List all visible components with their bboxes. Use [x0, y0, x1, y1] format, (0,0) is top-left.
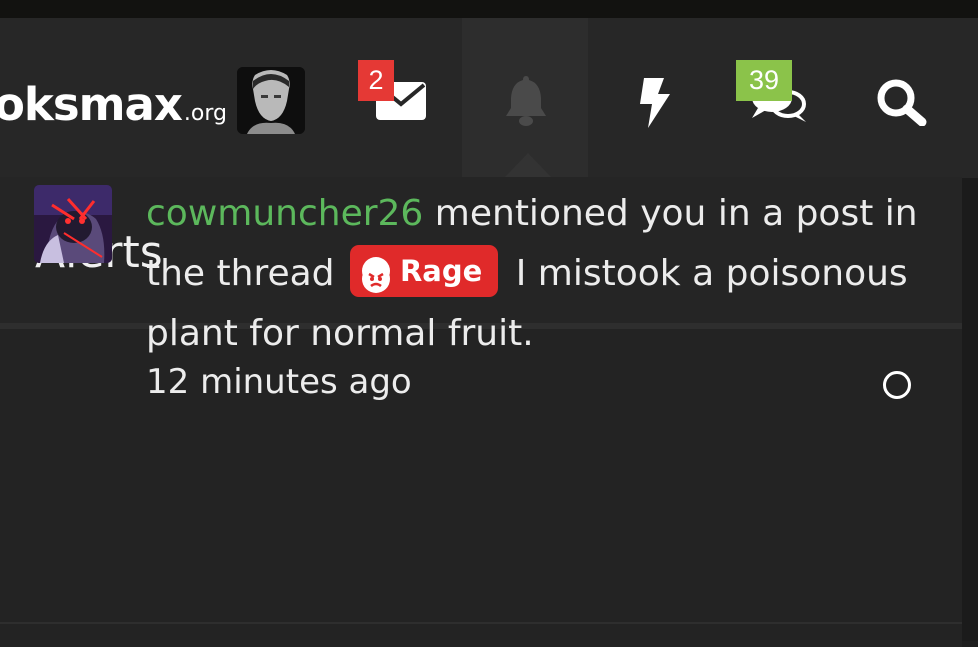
whats-new-button[interactable] — [600, 18, 710, 178]
user-avatar-image — [237, 67, 305, 134]
search-icon — [877, 79, 927, 126]
angry-face-icon — [361, 257, 390, 293]
logo-text: oksmax — [0, 78, 183, 131]
page-background-gutter — [962, 178, 978, 641]
chat-button[interactable]: 39 — [720, 18, 830, 178]
alert-sender-avatar[interactable] — [34, 185, 112, 263]
sender-avatar-image — [34, 185, 112, 263]
conversations-badge: 2 — [358, 60, 394, 101]
browser-top-strip — [0, 0, 978, 18]
user-avatar-button[interactable] — [237, 67, 305, 134]
thread-prefix-tag[interactable]: Rage — [349, 245, 499, 297]
conversations-button[interactable]: 2 — [340, 18, 450, 178]
lightning-icon — [640, 78, 670, 128]
logo-tld: .org — [183, 101, 227, 126]
search-button[interactable] — [850, 18, 950, 178]
alert-timestamp: 12 minutes ago — [146, 362, 412, 402]
alert-username-link[interactable]: cowmuncher26 — [146, 193, 423, 234]
chat-badge: 39 — [736, 60, 792, 101]
alert-row-divider — [0, 622, 962, 624]
prefix-label: Rage — [399, 254, 483, 288]
alert-message[interactable]: cowmuncher26 mentioned you in a post in … — [146, 184, 926, 364]
mark-read-toggle[interactable] — [883, 371, 911, 399]
bell-icon — [506, 76, 546, 126]
alerts-popup-caret — [504, 153, 552, 178]
site-logo[interactable]: oksmax.org — [0, 78, 227, 131]
